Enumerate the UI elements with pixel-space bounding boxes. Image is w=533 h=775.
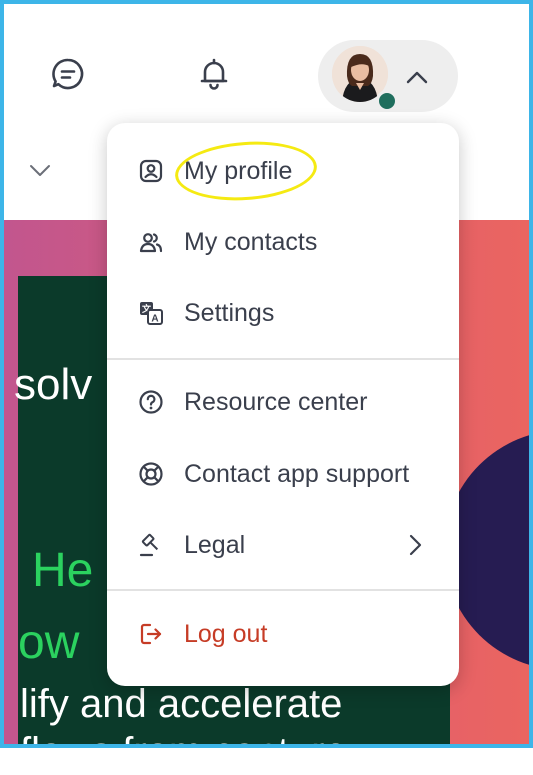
chat-button[interactable] bbox=[44, 50, 92, 98]
svg-text:A: A bbox=[151, 314, 158, 325]
chevron-up-icon bbox=[406, 71, 428, 84]
menu-item-log-out[interactable]: Log out bbox=[107, 606, 459, 662]
menu-item-settings[interactable]: 文 A Settings bbox=[107, 285, 459, 341]
hero-accent-line-1: He bbox=[32, 544, 94, 597]
menu-item-contact-app-support[interactable]: Contact app support bbox=[107, 446, 459, 502]
hero-accent-line-2: ow bbox=[18, 616, 80, 669]
account-menu-toggle[interactable] bbox=[318, 40, 458, 112]
hero-body-line-2: flows from capture bbox=[20, 730, 347, 774]
menu-item-my-profile[interactable]: My profile bbox=[107, 143, 459, 199]
notifications-button[interactable] bbox=[190, 50, 238, 98]
lifebuoy-icon bbox=[137, 460, 165, 488]
chat-bubble-icon bbox=[52, 58, 84, 90]
menu-item-legal[interactable]: Legal bbox=[107, 517, 459, 573]
online-status-badge bbox=[376, 90, 398, 112]
menu-item-resource-center[interactable]: Resource center bbox=[107, 374, 459, 430]
menu-item-label: My contacts bbox=[184, 227, 318, 256]
gavel-icon bbox=[137, 531, 165, 559]
logout-icon bbox=[137, 620, 165, 648]
menu-divider bbox=[107, 589, 459, 591]
chevron-down-icon[interactable] bbox=[28, 158, 52, 182]
menu-item-label: Contact app support bbox=[184, 459, 410, 488]
contacts-icon bbox=[137, 228, 165, 256]
menu-item-label: Log out bbox=[184, 619, 268, 648]
menu-item-label: Settings bbox=[184, 298, 275, 327]
menu-item-label: Legal bbox=[184, 530, 246, 559]
hero-body-line-1: lify and accelerate bbox=[20, 682, 343, 726]
menu-divider bbox=[107, 358, 459, 360]
user-avatar[interactable] bbox=[332, 46, 398, 112]
user-badge-icon bbox=[137, 157, 165, 185]
translate-icon: 文 A bbox=[137, 299, 165, 327]
account-dropdown-menu: My profile My contacts 文 A Settings Reso… bbox=[107, 123, 459, 686]
menu-item-my-contacts[interactable]: My contacts bbox=[107, 214, 459, 270]
chevron-right-icon bbox=[409, 534, 422, 556]
menu-item-label: My profile bbox=[184, 156, 293, 185]
menu-item-label: Resource center bbox=[184, 387, 368, 416]
bell-icon bbox=[200, 58, 228, 90]
question-circle-icon bbox=[137, 388, 165, 416]
hero-heading-fragment: solv bbox=[14, 360, 93, 409]
